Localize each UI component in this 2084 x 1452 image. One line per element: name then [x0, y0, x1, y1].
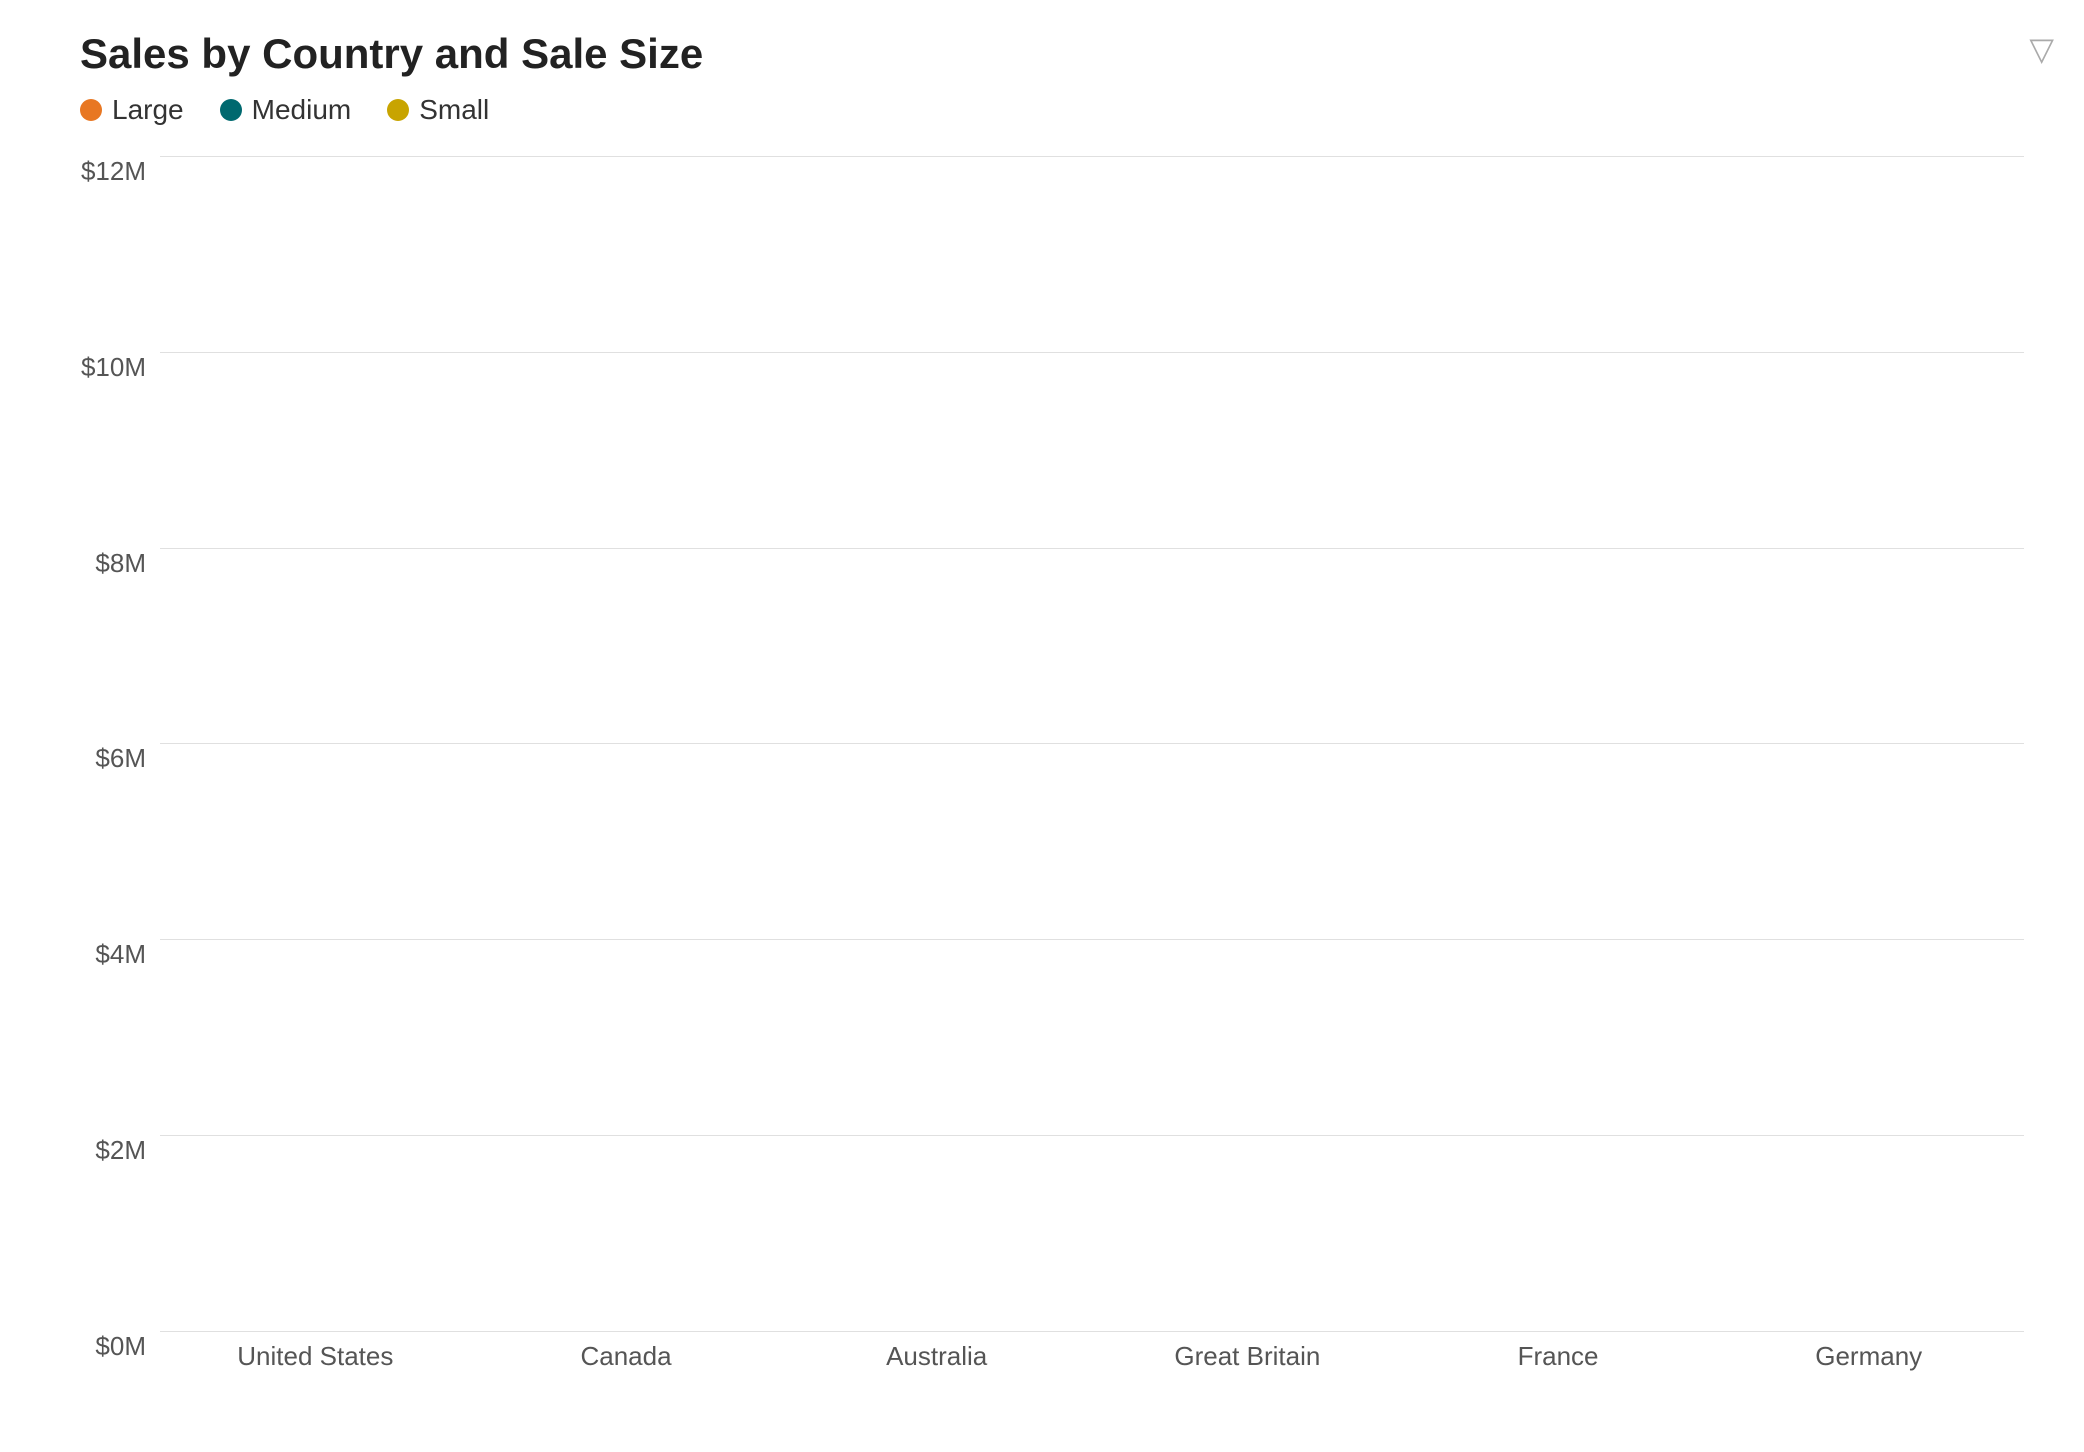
y-axis-label: $12M — [80, 156, 160, 187]
legend-item-medium: Medium — [220, 94, 352, 126]
chart-area: $0M $2M $4M $6M $8M $10M $12M United StatesCan… — [80, 156, 2024, 1372]
x-axis-label: France — [1403, 1341, 1714, 1372]
x-axis-label: Canada — [471, 1341, 782, 1372]
chart-plot: United StatesCanadaAustraliaGreat Britai… — [160, 156, 2024, 1372]
x-axis-label: Germany — [1713, 1341, 2024, 1372]
legend-item-small: Small — [387, 94, 489, 126]
grid-line — [160, 1331, 2024, 1332]
y-axis-label: $8M — [80, 548, 160, 579]
x-axis-label: Australia — [781, 1341, 1092, 1372]
x-labels: United StatesCanadaAustraliaGreat Britai… — [160, 1341, 2024, 1372]
y-axis-label: $4M — [80, 939, 160, 970]
bars-area — [160, 156, 2024, 1329]
legend-label-small: Small — [419, 94, 489, 126]
y-axis-label: $10M — [80, 352, 160, 383]
x-axis-label: United States — [160, 1341, 471, 1372]
x-axis-label: Great Britain — [1092, 1341, 1403, 1372]
y-axis-label: $0M — [80, 1331, 160, 1362]
y-axis: $0M $2M $4M $6M $8M $10M $12M — [80, 156, 160, 1372]
y-axis-label: $6M — [80, 743, 160, 774]
chart-container: Sales by Country and Sale Size Large Med… — [0, 0, 2084, 1452]
chart-title: Sales by Country and Sale Size — [80, 30, 2024, 78]
y-axis-label: $2M — [80, 1135, 160, 1166]
medium-dot — [220, 99, 242, 121]
legend-label-large: Large — [112, 94, 184, 126]
legend-item-large: Large — [80, 94, 184, 126]
legend-label-medium: Medium — [252, 94, 352, 126]
large-dot — [80, 99, 102, 121]
small-dot — [387, 99, 409, 121]
chart-legend: Large Medium Small — [80, 94, 2024, 126]
